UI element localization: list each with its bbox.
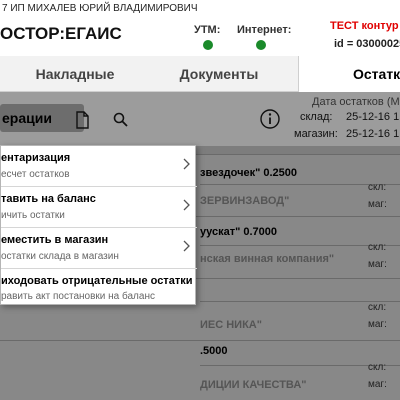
card-subtitle: ДИЦИИ КАЧЕСТВА": [200, 379, 307, 391]
chevron-right-icon: [183, 158, 190, 170]
menu-item-title: тавить на баланс: [1, 193, 96, 205]
menu-item-inventory[interactable]: ентаризация есчет остатков: [1, 146, 197, 187]
toolbar: ерации Дата остатков (М склад: 25-12-16 …: [0, 92, 400, 146]
warehouse-date-label: склад:: [300, 111, 333, 123]
card-store-label: маг:: [368, 379, 387, 390]
card-subtitle: ИЕС НИКА": [200, 319, 262, 331]
utm-label: УТМ:: [194, 24, 221, 36]
menu-item-title: еместить в магазин: [1, 234, 109, 246]
window-title: 7 ИП МИХАЛЕВ ЮРИЙ ВЛАДИМИРОВИЧ: [0, 0, 400, 18]
menu-item-title: иходовать отрицательные остатки: [1, 275, 193, 287]
info-icon[interactable]: [259, 108, 281, 130]
stock-date-caption: Дата остатков (М: [312, 96, 400, 108]
operations-menu: ентаризация есчет остатков тавить на бал…: [0, 145, 197, 306]
warehouse-date-value: 25-12-16 1: [346, 111, 400, 123]
tab-invoices[interactable]: Накладные: [0, 56, 140, 92]
card-title: звездочек" 0.2500: [200, 167, 298, 179]
menu-item-description: есчет остатков: [1, 169, 70, 180]
menu-item-write-off-negative[interactable]: иходовать отрицательные остатки равить а…: [1, 269, 197, 306]
chevron-right-icon: [183, 240, 190, 252]
tab-documents[interactable]: Документы: [140, 56, 298, 92]
card-warehouse-label: скл:: [368, 242, 387, 253]
menu-item-description: ичить остатки: [1, 210, 65, 221]
store-date-value: 25-12-16 1: [346, 128, 400, 140]
card-warehouse-label: скл:: [368, 362, 387, 373]
card-title: уускат" 0.7000: [200, 226, 278, 238]
card-title: .5000: [200, 345, 228, 357]
menu-item-put-on-balance[interactable]: тавить на баланс ичить остатки: [1, 187, 197, 228]
menu-item-move-to-store[interactable]: еместить в магазин остатки склада в мага…: [1, 228, 197, 269]
card-store-label: маг:: [368, 259, 387, 270]
internet-label: Интернет:: [237, 24, 292, 36]
card-subtitle: нская винная компания": [200, 253, 335, 265]
menu-item-description: остатки склада в магазин: [1, 251, 119, 262]
search-icon[interactable]: [111, 110, 131, 130]
card-warehouse-label: скл:: [368, 302, 387, 313]
document-icon[interactable]: [72, 110, 92, 130]
app-name: ОСТОР:ЕГАИС: [0, 24, 122, 43]
card-store-label: маг:: [368, 199, 387, 210]
card-warehouse-label: скл:: [368, 182, 387, 193]
menu-item-title: ентаризация: [1, 152, 71, 164]
tab-stock[interactable]: Остатк: [298, 56, 400, 92]
card-subtitle: ЗЕРВИНЗАВОД": [200, 195, 290, 207]
store-date-label: магазин:: [294, 128, 338, 140]
tab-bar: Накладные Документы Остатк: [0, 56, 400, 92]
test-contour-label: ТЕСТ контур: [330, 20, 399, 32]
menu-item-description: равить акт постановки на баланс: [1, 291, 155, 302]
chevron-right-icon: [183, 199, 190, 211]
internet-status-icon: [256, 40, 266, 50]
card-store-label: маг:: [368, 319, 387, 330]
app-header: ОСТОР:ЕГАИС УТМ: Интернет: ТЕСТ контур i…: [0, 18, 400, 56]
id-label: id = 03000025: [334, 38, 400, 50]
utm-status-icon: [203, 40, 213, 50]
stock-card[interactable]: .5000 ДИЦИИ КАЧЕСТВА" скл: маг:: [0, 340, 400, 400]
